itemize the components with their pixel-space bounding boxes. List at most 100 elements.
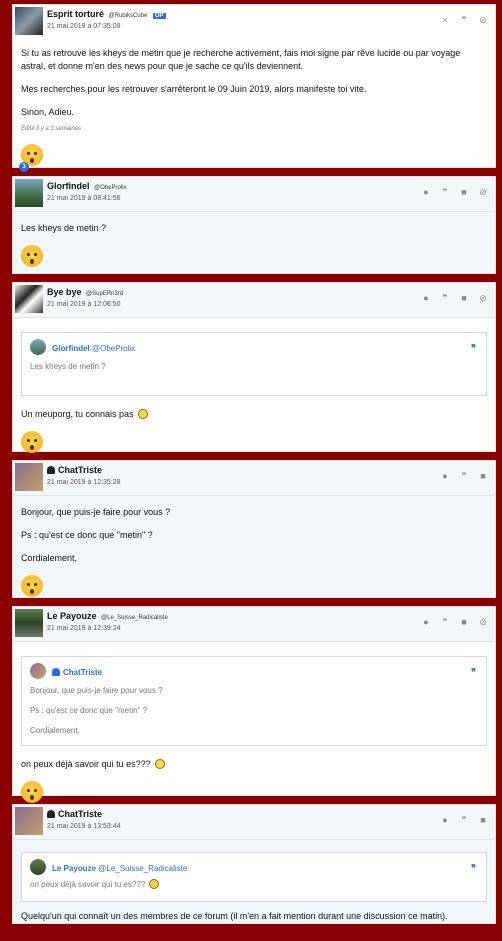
quote-author[interactable]: Le Payouze @Le_Suisse_Radicaliste — [52, 862, 187, 875]
post-header: Glorfindel @ObeProlix 21 mai 2019 à 08:4… — [13, 177, 495, 212]
hushed-face-reaction-icon[interactable] — [21, 781, 43, 803]
quote-paragraph: Ps : qu'est ce donc que "metin" ? — [30, 706, 148, 715]
block-icon[interactable]: ⊘ — [479, 618, 487, 627]
post: Le Payouze @Le_Suisse_Radicaliste 21 mai… — [12, 606, 496, 803]
avatar[interactable] — [15, 285, 43, 313]
post-actions: ● ❞ ■ ⊘ — [422, 294, 487, 303]
quote-author-handle: @Le_Suisse_Radicaliste — [98, 864, 188, 873]
smiley-icon — [138, 409, 149, 419]
comment-icon[interactable]: ● — [422, 188, 430, 197]
post-date[interactable]: 21 mai 2019 à 12:39:24 — [47, 625, 121, 632]
edited-label: Edité il y a 3 semaines — [21, 126, 82, 132]
post-actions: ● ❞ ■ — [441, 816, 487, 825]
quote-block: Le Payouze @Le_Suisse_Radicaliste ❞ on p… — [21, 852, 487, 902]
quote-paragraph: Les kheys de metin ? — [30, 362, 106, 371]
close-icon[interactable]: × — [441, 16, 449, 25]
reaction-count: 3 — [19, 162, 29, 172]
flag-icon[interactable]: ■ — [479, 472, 487, 481]
author-line: ChatTriste — [47, 809, 102, 819]
post-text: on peux déjà savoir qui tu es??? — [21, 759, 151, 769]
post-date[interactable]: 21 mai 2019 à 07:35:09 — [47, 23, 121, 30]
post-date[interactable]: 21 mai 2019 à 12:35:28 — [47, 479, 121, 486]
quote-header: Glorfindel @ObeProlix ❞ — [30, 339, 478, 355]
comment-icon[interactable]: ● — [422, 618, 430, 627]
post-body: Le Payouze @Le_Suisse_Radicaliste ❞ on p… — [13, 840, 495, 941]
quote-icon[interactable]: ❞ — [460, 472, 468, 481]
post-paragraph: Bonjour, que puis-je faire pour vous ? — [21, 507, 171, 517]
post: Glorfindel @ObeProlix 21 mai 2019 à 08:4… — [12, 176, 496, 274]
author-handle: @ObeProlix — [94, 185, 127, 191]
post-date[interactable]: 21 mai 2019 à 08:41:56 — [47, 195, 121, 202]
author-handle: @RubiksCube — [108, 13, 148, 19]
post-paragraph: Cordialement, — [21, 553, 78, 563]
post-date[interactable]: 21 mai 2019 à 12:06:50 — [47, 301, 121, 308]
quote-block: Glorfindel @ObeProlix ❞ Les kheys de met… — [21, 332, 487, 396]
quote-author[interactable]: Glorfindel @ObeProlix — [52, 342, 135, 355]
quote-icon: ❞ — [471, 667, 476, 677]
block-icon[interactable]: ⊘ — [479, 16, 487, 25]
post-header: Bye bye @SupERn3rd 21 mai 2019 à 12:06:5… — [13, 283, 495, 318]
quote-paragraph: on peux déjà savoir qui tu es??? — [30, 879, 478, 891]
author-name[interactable]: Bye bye — [47, 287, 82, 297]
post: ChatTriste 21 mai 2019 à 13:53:44 ● ❞ ■ … — [12, 804, 496, 924]
post-paragraph: Mes recherches pour les retrouver s'arrê… — [21, 84, 367, 94]
author-name[interactable]: Glorfindel — [47, 181, 90, 191]
post-body: Si tu as retrouvé les kheys de metin que… — [13, 39, 495, 178]
post-actions: ● ❞ ■ — [441, 472, 487, 481]
avatar[interactable] — [15, 463, 43, 491]
block-icon[interactable]: ⊘ — [479, 188, 487, 197]
block-icon[interactable]: ⊘ — [479, 294, 487, 303]
post-date[interactable]: 21 mai 2019 à 13:53:44 — [47, 823, 121, 830]
post-paragraph: Quelqu'un qui connaît un des membres de … — [21, 911, 448, 921]
post-header: ChatTriste 21 mai 2019 à 13:53:44 ● ❞ ■ — [13, 805, 495, 840]
flag-icon[interactable]: ■ — [460, 618, 468, 627]
author-name[interactable]: ChatTriste — [58, 465, 102, 475]
quote-icon[interactable]: ❞ — [441, 294, 449, 303]
author-line: Glorfindel @ObeProlix — [47, 181, 126, 191]
post-header: Le Payouze @Le_Suisse_Radicaliste 21 mai… — [13, 607, 495, 642]
quote-avatar[interactable] — [30, 859, 46, 875]
post-text: Un meuporg, tu connais pas — [21, 409, 134, 419]
quote-icon[interactable]: ❞ — [460, 816, 468, 825]
avatar[interactable] — [15, 609, 43, 637]
hushed-face-reaction-icon[interactable] — [21, 245, 43, 267]
comment-icon[interactable]: ● — [441, 816, 449, 825]
post-paragraph: Sinon, Adieu. — [21, 107, 75, 117]
post-actions: ● ❞ ■ ⊘ — [422, 618, 487, 627]
quote-icon[interactable]: ❞ — [460, 16, 468, 25]
author-name[interactable]: Esprit torturé — [47, 9, 104, 19]
quote-avatar[interactable] — [30, 663, 46, 679]
quote-icon: ❞ — [471, 863, 476, 873]
flag-icon[interactable]: ■ — [460, 188, 468, 197]
ghost-icon — [47, 466, 55, 474]
avatar[interactable] — [15, 179, 43, 207]
quote-icon[interactable]: ❞ — [441, 188, 449, 197]
author-line: Bye bye @SupERn3rd — [47, 287, 123, 297]
flag-icon[interactable]: ■ — [460, 294, 468, 303]
author-handle: @Le_Suisse_Radicaliste — [101, 615, 168, 621]
post-actions: ● ❞ ■ ⊘ — [422, 188, 487, 197]
post-body: ChatTriste ❞ Bonjour, que puis-je faire … — [13, 642, 495, 815]
post: Bye bye @SupERn3rd 21 mai 2019 à 12:06:5… — [12, 282, 496, 453]
post-header: ChatTriste 21 mai 2019 à 12:35:28 ● ❞ ■ — [13, 461, 495, 496]
post-paragraph: Un meuporg, tu connais pas — [21, 408, 487, 421]
post-body: Glorfindel @ObeProlix ❞ Les kheys de met… — [13, 318, 495, 465]
hushed-face-reaction-icon[interactable] — [21, 431, 43, 453]
quote-author[interactable]: ChatTriste — [52, 666, 102, 679]
post-paragraph: Si tu as retrouvé les kheys de metin que… — [21, 48, 461, 71]
comment-icon[interactable]: ● — [422, 294, 430, 303]
ghost-icon — [47, 810, 55, 818]
post-paragraph: Les kheys de metin ? — [21, 223, 107, 233]
quote-text: Bonjour, que puis-je faire pour vous ? P… — [30, 685, 478, 737]
flag-icon[interactable]: ■ — [479, 816, 487, 825]
author-name[interactable]: Le Payouze — [47, 611, 97, 621]
author-line: ChatTriste — [47, 465, 102, 475]
quote-avatar[interactable] — [30, 339, 46, 355]
hushed-face-reaction-icon[interactable] — [21, 575, 43, 597]
author-name[interactable]: ChatTriste — [58, 809, 102, 819]
hushed-face-reaction-icon[interactable]: 3 — [19, 144, 43, 172]
avatar[interactable] — [15, 807, 43, 835]
comment-icon[interactable]: ● — [441, 472, 449, 481]
quote-icon[interactable]: ❞ — [441, 618, 449, 627]
avatar[interactable] — [15, 7, 43, 35]
